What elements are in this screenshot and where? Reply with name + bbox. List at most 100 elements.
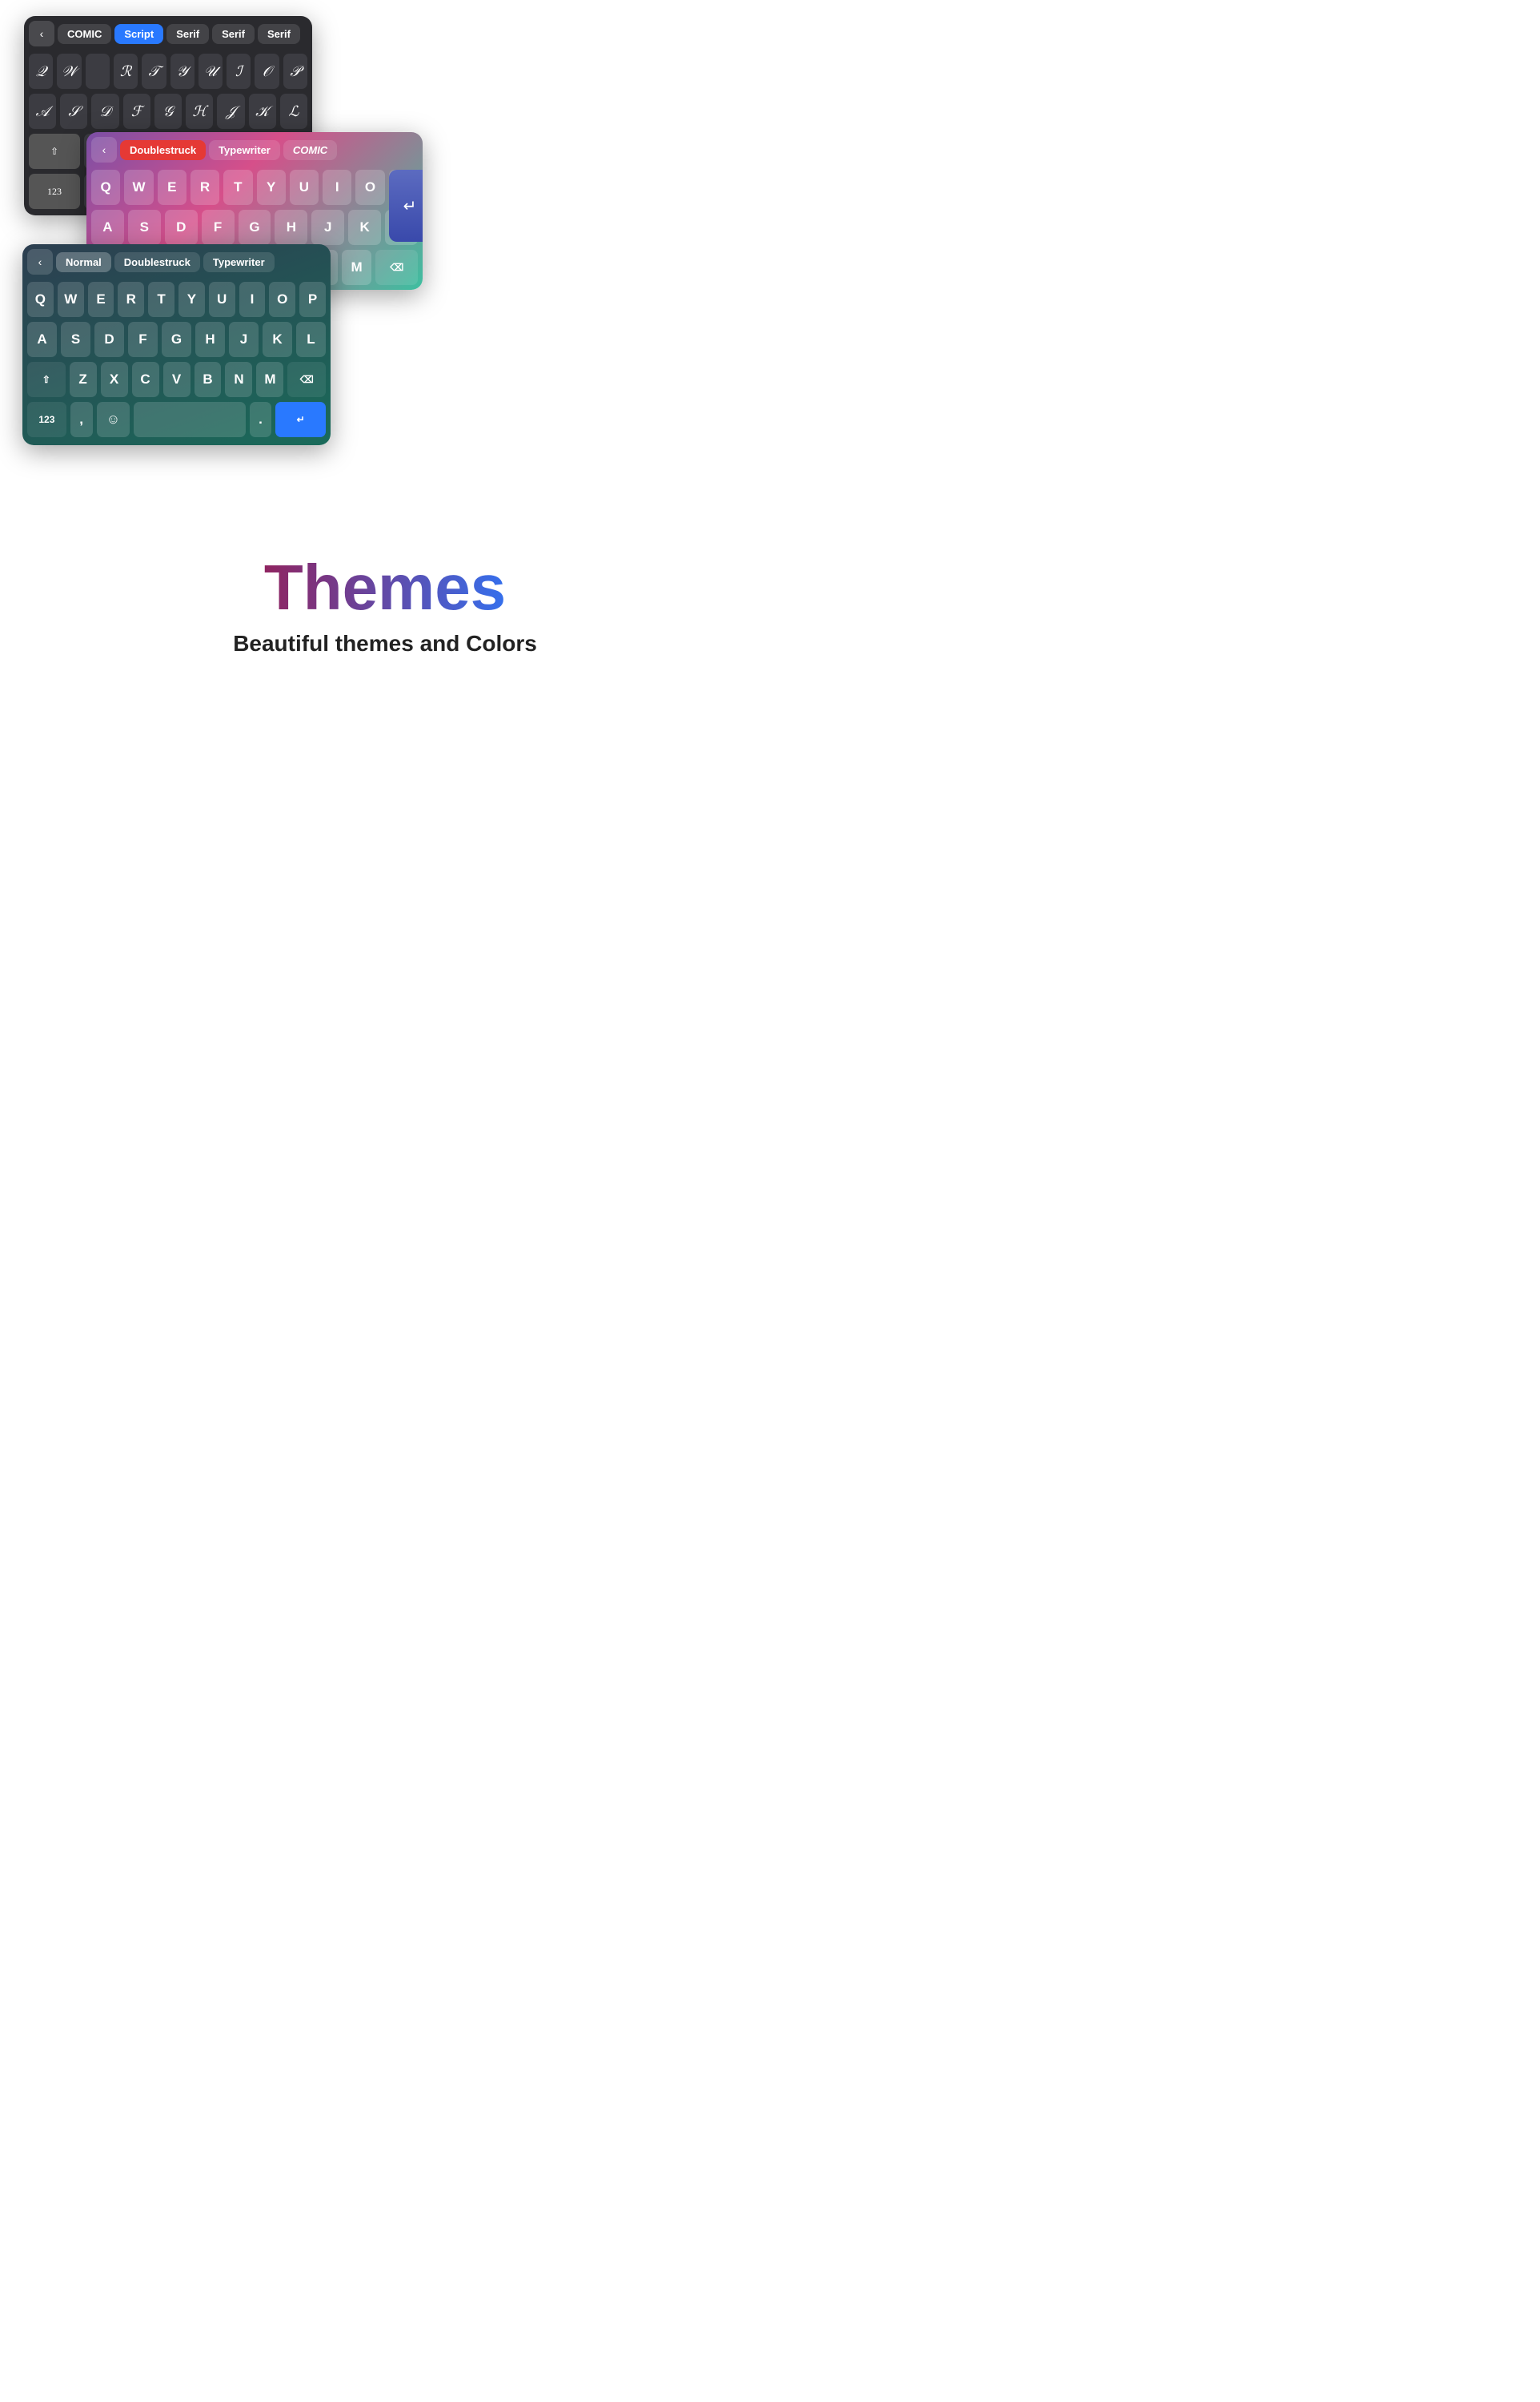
gkey-q[interactable]: Q bbox=[91, 170, 120, 205]
tkey-v[interactable]: V bbox=[163, 362, 190, 397]
tab-serif-1[interactable]: Serif bbox=[166, 24, 209, 44]
tkey-emoji[interactable]: ☺ bbox=[97, 402, 130, 437]
tkey-z[interactable]: Z bbox=[70, 362, 97, 397]
gkey-m[interactable]: M bbox=[342, 250, 372, 285]
enter-button-gradient[interactable]: ↵ bbox=[389, 170, 423, 242]
key-w[interactable]: 𝒲 bbox=[57, 54, 81, 89]
tab-bar-gradient: ‹ Doublestruck Typewriter COMIC bbox=[86, 132, 423, 167]
tkey-s[interactable]: S bbox=[61, 322, 90, 357]
tkey-f[interactable]: F bbox=[128, 322, 158, 357]
tkey-d[interactable]: D bbox=[94, 322, 124, 357]
tkey-n[interactable]: N bbox=[225, 362, 252, 397]
tab-doublestruck[interactable]: Doublestruck bbox=[120, 140, 206, 160]
key-e[interactable]: 𝒠 bbox=[86, 54, 110, 89]
tkey-c[interactable]: C bbox=[132, 362, 159, 397]
tkey-space[interactable] bbox=[134, 402, 245, 437]
tab-serif-2[interactable]: Serif bbox=[212, 24, 255, 44]
key-row-1: 𝒬 𝒲 𝒠 ℛ 𝒯 𝒴 𝒰 ℐ 𝒪 𝒫 bbox=[24, 51, 312, 91]
tab-comic-2[interactable]: COMIC bbox=[283, 140, 337, 160]
key-q[interactable]: 𝒬 bbox=[29, 54, 53, 89]
key-a[interactable]: 𝒜 bbox=[29, 94, 56, 129]
key-o[interactable]: 𝒪 bbox=[255, 54, 279, 89]
key-y[interactable]: 𝒴 bbox=[170, 54, 195, 89]
key-row-t3: ⇧ Z X C V B N M ⌫ bbox=[22, 359, 331, 400]
tab-comic[interactable]: COMIC bbox=[58, 24, 111, 44]
tkey-b[interactable]: B bbox=[195, 362, 222, 397]
gkey-s[interactable]: S bbox=[128, 210, 161, 245]
tkey-backspace[interactable]: ⌫ bbox=[287, 362, 326, 397]
back-button-gradient[interactable]: ‹ bbox=[91, 137, 117, 163]
tkey-comma[interactable]: , bbox=[70, 402, 93, 437]
tab-normal[interactable]: Normal bbox=[56, 252, 111, 272]
key-k[interactable]: 𝒦 bbox=[249, 94, 276, 129]
tkey-o[interactable]: O bbox=[269, 282, 295, 317]
tab-doublestruck-teal[interactable]: Doublestruck bbox=[114, 252, 200, 272]
tkey-shift[interactable]: ⇧ bbox=[27, 362, 66, 397]
tkey-dot[interactable]: . bbox=[250, 402, 272, 437]
back-button-script[interactable]: ‹ bbox=[29, 21, 54, 46]
keyboard-card-teal: ‹ Normal Doublestruck Typewriter Q W E R… bbox=[22, 244, 331, 445]
gkey-f[interactable]: F bbox=[202, 210, 235, 245]
tab-serif-3[interactable]: Serif bbox=[258, 24, 300, 44]
tkey-t[interactable]: T bbox=[148, 282, 174, 317]
tkey-r[interactable]: R bbox=[118, 282, 144, 317]
key-s[interactable]: 𝒮 bbox=[60, 94, 87, 129]
themes-section: Themes Beautiful themes and Colors bbox=[217, 536, 553, 673]
key-j[interactable]: 𝒥 bbox=[217, 94, 244, 129]
tkey-enter[interactable]: ↵ bbox=[275, 402, 326, 437]
tkey-w[interactable]: W bbox=[58, 282, 84, 317]
tkey-m[interactable]: M bbox=[256, 362, 283, 397]
key-i[interactable]: ℐ bbox=[227, 54, 251, 89]
gkey-g[interactable]: G bbox=[239, 210, 271, 245]
tkey-i[interactable]: I bbox=[239, 282, 266, 317]
key-f[interactable]: ℱ bbox=[123, 94, 150, 129]
themes-title: Themes bbox=[233, 552, 537, 623]
key-shift[interactable]: ⇧ bbox=[29, 134, 80, 169]
gkey-j[interactable]: J bbox=[311, 210, 344, 245]
key-g[interactable]: 𝒢 bbox=[154, 94, 182, 129]
gkey-r[interactable]: R bbox=[190, 170, 219, 205]
key-num[interactable]: 123 bbox=[29, 174, 80, 209]
tab-typewriter[interactable]: Typewriter bbox=[209, 140, 280, 160]
gkey-e[interactable]: E bbox=[158, 170, 186, 205]
tkey-u[interactable]: U bbox=[209, 282, 235, 317]
key-h[interactable]: ℋ bbox=[186, 94, 213, 129]
key-d[interactable]: 𝒟 bbox=[91, 94, 118, 129]
gkey-h[interactable]: H bbox=[275, 210, 307, 245]
gkey-backspace[interactable]: ⌫ bbox=[375, 250, 418, 285]
key-u[interactable]: 𝒰 bbox=[199, 54, 223, 89]
gkey-u[interactable]: U bbox=[290, 170, 319, 205]
gkey-y[interactable]: Y bbox=[257, 170, 286, 205]
tab-typewriter-teal[interactable]: Typewriter bbox=[203, 252, 275, 272]
gkey-d[interactable]: D bbox=[165, 210, 198, 245]
key-row-g1: Q W E R T Y U I O P bbox=[86, 167, 423, 207]
tkey-k[interactable]: K bbox=[263, 322, 292, 357]
gkey-t[interactable]: T bbox=[223, 170, 252, 205]
key-row-t2: A S D F G H J K L bbox=[22, 319, 331, 359]
tkey-a[interactable]: A bbox=[27, 322, 57, 357]
tkey-g[interactable]: G bbox=[162, 322, 191, 357]
tkey-q[interactable]: Q bbox=[27, 282, 54, 317]
key-l[interactable]: ℒ bbox=[280, 94, 307, 129]
gkey-k[interactable]: K bbox=[348, 210, 381, 245]
tkey-j[interactable]: J bbox=[229, 322, 259, 357]
gkey-i[interactable]: I bbox=[323, 170, 351, 205]
tkey-h[interactable]: H bbox=[195, 322, 225, 357]
tkey-l[interactable]: L bbox=[296, 322, 326, 357]
tkey-e[interactable]: E bbox=[88, 282, 114, 317]
tkey-num[interactable]: 123 bbox=[27, 402, 66, 437]
tab-bar-teal: ‹ Normal Doublestruck Typewriter bbox=[22, 244, 331, 279]
key-row-g2: A S D F G H J K L bbox=[86, 207, 423, 247]
gkey-a[interactable]: A bbox=[91, 210, 124, 245]
key-p[interactable]: 𝒫 bbox=[283, 54, 307, 89]
gkey-o[interactable]: O bbox=[355, 170, 384, 205]
tkey-y[interactable]: Y bbox=[178, 282, 205, 317]
tkey-x[interactable]: X bbox=[101, 362, 128, 397]
back-button-teal[interactable]: ‹ bbox=[27, 249, 53, 275]
key-row-2: 𝒜 𝒮 𝒟 ℱ 𝒢 ℋ 𝒥 𝒦 ℒ bbox=[24, 91, 312, 131]
key-r[interactable]: ℛ bbox=[114, 54, 138, 89]
key-t[interactable]: 𝒯 bbox=[142, 54, 166, 89]
gkey-w[interactable]: W bbox=[124, 170, 153, 205]
tab-script[interactable]: Script bbox=[114, 24, 163, 44]
tkey-p[interactable]: P bbox=[299, 282, 326, 317]
